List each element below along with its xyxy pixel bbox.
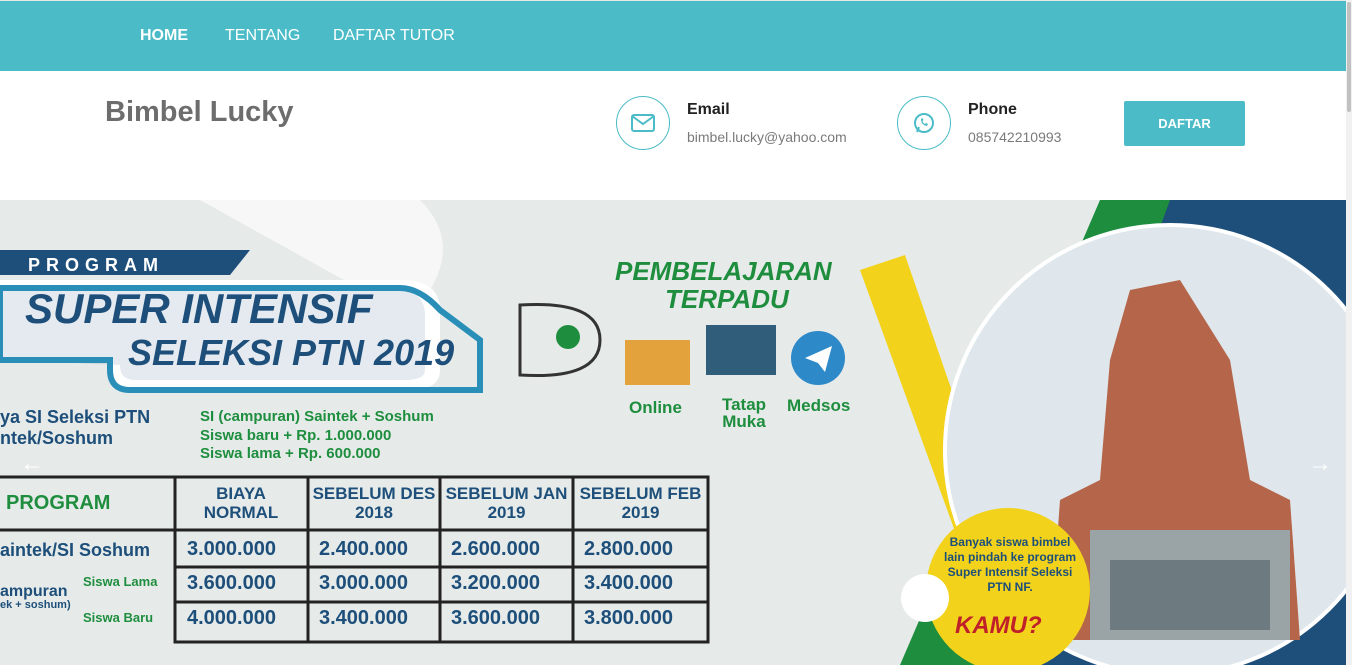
pricing-new: Siswa baru + Rp. 1.000.000	[200, 427, 392, 444]
email-value[interactable]: bimbel.lucky@yahoo.com	[687, 129, 847, 145]
table-row2-col1: 3.600.000	[187, 572, 276, 594]
table-row1-label: aintek/SI Soshum	[0, 540, 151, 560]
mode-tatap-muka: Tatap Muka	[721, 395, 767, 431]
table-row2-col2: 3.000.000	[319, 572, 408, 594]
nav-tentang[interactable]: TENTANG	[225, 27, 300, 45]
table-header-feb: SEBELUM FEB 2019	[579, 484, 702, 522]
phone-title: Phone	[968, 101, 1017, 118]
top-navbar: HOME TENTANG DAFTAR TUTOR	[0, 0, 1352, 71]
banner-title-line1: SUPER INTENSIF	[25, 285, 373, 332]
page-scrollbar[interactable]	[1346, 0, 1352, 665]
table-row2-col3: 3.200.000	[451, 572, 540, 594]
promo-kamu: KAMU?	[955, 612, 1042, 639]
banner-title-line2: SELEKSI PTN 2019	[128, 332, 455, 373]
banner-subtitle-left-2: ntek/Soshum	[0, 428, 114, 448]
slider-prev-arrow-icon[interactable]: ←	[20, 450, 44, 478]
table-header-program: PROGRAM	[6, 492, 111, 514]
table-row3-col3: 3.600.000	[451, 607, 540, 629]
nav-daftar-tutor[interactable]: DAFTAR TUTOR	[333, 27, 455, 45]
table-row3-col1: 4.000.000	[187, 607, 276, 629]
envelope-icon	[631, 114, 655, 132]
pricing-old: Siswa lama + Rp. 600.000	[200, 445, 381, 462]
table-header-biaya: BIAYA NORMAL	[203, 484, 279, 522]
table-row1-col1: 3.000.000	[187, 538, 276, 560]
table-row2-col4: 3.400.000	[584, 572, 673, 594]
slider-next-arrow-icon[interactable]: →	[1308, 450, 1332, 478]
table-siswa-lama: Siswa Lama	[83, 574, 158, 589]
brand-title[interactable]: Bimbel Lucky	[105, 96, 294, 129]
whatsapp-icon	[914, 113, 934, 133]
banner-program-label: PROGRAM	[28, 255, 164, 275]
pricing-head: SI (campuran) Saintek + Soshum	[200, 408, 434, 425]
table-row3-col4: 3.800.000	[584, 607, 673, 629]
promo-text: Banyak siswa bimbel lain pindah ke progr…	[943, 535, 1077, 594]
banner-subtitle-left-1: ya SI Seleksi PTN	[0, 407, 151, 427]
email-icon-circle	[616, 96, 670, 150]
table-row1-col2: 2.400.000	[319, 538, 408, 560]
phone-icon-circle	[897, 96, 951, 150]
table-row2-sublabel: ek + soshum)	[0, 599, 71, 611]
daftar-button[interactable]: DAFTAR	[1124, 101, 1245, 146]
hero-slider: PROGRAM SUPER INTENSIF SELEKSI PTN 2019 …	[0, 200, 1352, 665]
mode-medsos: Medsos	[787, 396, 851, 415]
learning-title-1: PEMBELAJARAN	[615, 256, 832, 286]
nav-home[interactable]: HOME	[140, 27, 188, 45]
phone-value[interactable]: 085742210993	[968, 129, 1061, 145]
learning-title-2: TERPADU	[665, 284, 789, 314]
email-title: Email	[687, 101, 730, 118]
table-row1-col4: 2.800.000	[584, 538, 673, 560]
table-row3-col2: 3.400.000	[319, 607, 408, 629]
scrollbar-thumb[interactable]	[1347, 2, 1351, 112]
table-row1-col3: 2.600.000	[451, 538, 540, 560]
table-header-jan: SEBELUM JAN 2019	[445, 484, 568, 522]
table-header-des: SEBELUM DES 2018	[312, 484, 436, 522]
mode-online: Online	[629, 398, 682, 417]
table-siswa-baru: Siswa Baru	[83, 610, 154, 625]
